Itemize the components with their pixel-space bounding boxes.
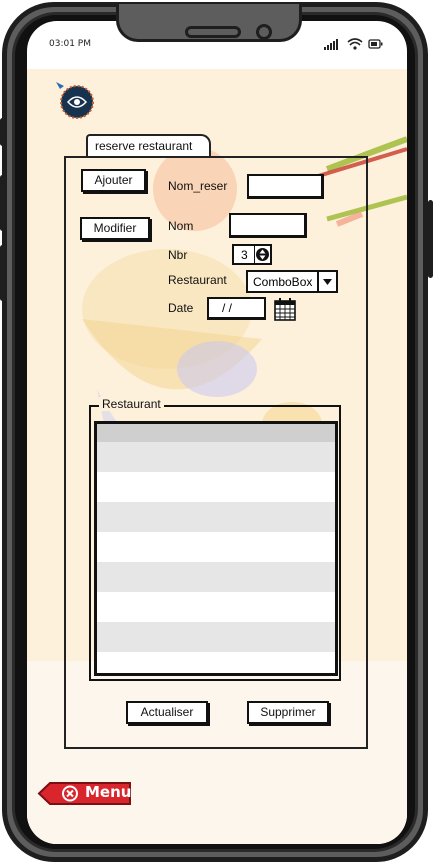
restaurant-combobox[interactable]: ComboBox	[246, 270, 338, 293]
table-header	[97, 424, 335, 442]
nbr-stepper[interactable]: 3	[232, 244, 272, 265]
table-row[interactable]	[97, 622, 335, 652]
nbr-label: Nbr	[168, 248, 188, 262]
status-icons	[324, 38, 383, 50]
logo-icon	[56, 82, 94, 119]
side-button-left-low	[0, 245, 5, 301]
supprimer-button[interactable]: Supprimer	[247, 701, 329, 724]
side-button-left-top	[0, 118, 5, 146]
menu-label: Menu	[85, 783, 132, 801]
tab-reserve-restaurant[interactable]: reserve restaurant	[86, 134, 211, 156]
signal-icon	[324, 39, 338, 50]
nom-input[interactable]	[229, 213, 307, 238]
table-row[interactable]	[97, 442, 335, 472]
date-label: Date	[168, 301, 194, 315]
table-row[interactable]	[97, 652, 335, 673]
calendar-icon[interactable]	[274, 297, 296, 321]
modifier-button[interactable]: Modifier	[80, 217, 150, 240]
battery-icon	[368, 39, 383, 49]
restaurant-combo-value: ComboBox	[253, 275, 313, 289]
spinner-arrows-icon[interactable]	[254, 246, 270, 263]
table-row[interactable]	[97, 532, 335, 562]
nbr-value: 3	[241, 248, 248, 262]
restaurant-group-title: Restaurant	[99, 397, 164, 411]
nom-reser-label: Nom_reser	[168, 179, 228, 193]
speaker	[185, 26, 241, 38]
nom-label: Nom	[168, 219, 194, 233]
actualiser-button[interactable]: Actualiser	[126, 701, 208, 724]
wifi-icon	[347, 38, 363, 50]
table-row[interactable]	[97, 472, 335, 502]
status-time: 03:01 PM	[49, 39, 91, 49]
camera	[256, 24, 272, 40]
table-row[interactable]	[97, 562, 335, 592]
side-button-left-mid	[0, 175, 5, 231]
restaurant-label: Restaurant	[168, 273, 227, 287]
ajouter-button[interactable]: Ajouter	[81, 169, 146, 192]
side-button-right	[428, 200, 433, 278]
table-row[interactable]	[97, 592, 335, 622]
date-input[interactable]: / /	[207, 297, 266, 320]
nom-reser-input[interactable]	[247, 174, 324, 199]
restaurant-table[interactable]	[94, 421, 338, 676]
table-row[interactable]	[97, 502, 335, 532]
dropdown-arrow-icon[interactable]	[317, 272, 336, 291]
close-circle-icon	[62, 785, 78, 802]
